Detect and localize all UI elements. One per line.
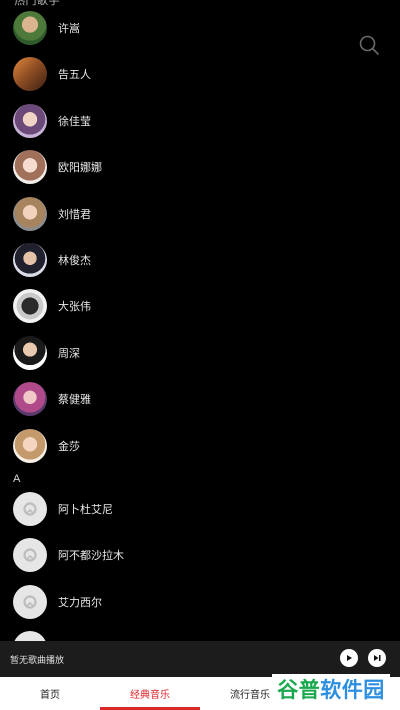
artist-name: 阿不都沙拉木 <box>58 550 124 562</box>
artist-name: 告五人 <box>58 69 91 81</box>
avatar <box>13 289 47 323</box>
player-status: 暂无歌曲播放 <box>10 654 65 665</box>
artist-row[interactable]: 告五人 <box>0 52 340 96</box>
watermark-logo: 谷普软件园 <box>272 674 390 704</box>
artist-list: 热门歌手 许嵩 告五人 徐佳莹 欧阳娜娜 刘惜君 林俊杰 大张伟 周深 蔡健雅 … <box>0 0 400 641</box>
default-avatar-icon <box>13 492 47 526</box>
artist-name: 刘惜君 <box>58 209 91 221</box>
avatar <box>13 57 47 91</box>
artist-name: 林俊杰 <box>58 255 91 267</box>
play-button[interactable] <box>340 649 358 667</box>
artist-name: 徐佳莹 <box>58 116 91 128</box>
avatar <box>13 429 47 463</box>
artist-row[interactable]: 周深 <box>0 331 340 375</box>
artist-name: 阿卜杜艾尼 <box>58 504 113 516</box>
avatar <box>13 336 47 370</box>
artist-name: 欧阳娜娜 <box>58 162 102 174</box>
artist-row <box>0 626 340 641</box>
artist-name: 大张伟 <box>58 301 91 313</box>
next-icon <box>374 655 381 661</box>
tab-classic-music[interactable]: 经典音乐 <box>100 677 200 710</box>
artist-row[interactable]: 刘惜君 <box>0 192 340 236</box>
artist-row[interactable]: 欧阳娜娜 <box>0 145 340 189</box>
artist-row[interactable]: 艾力西尔 <box>0 580 340 624</box>
artist-row[interactable]: 大张伟 <box>0 284 340 328</box>
avatar <box>13 11 47 45</box>
artist-row[interactable]: 金莎 <box>0 424 340 468</box>
artist-name: 蔡健雅 <box>58 394 91 406</box>
avatar <box>13 243 47 277</box>
artist-row[interactable]: 林俊杰 <box>0 238 340 282</box>
search-icon <box>359 35 379 55</box>
watermark-text-b: 软件园 <box>320 679 385 702</box>
artist-row[interactable]: 蔡健雅 <box>0 377 340 421</box>
section-letter: A <box>13 473 21 485</box>
avatar <box>13 104 47 138</box>
play-icon <box>347 655 352 661</box>
artist-row[interactable]: 阿卜杜艾尼 <box>0 487 340 531</box>
avatar <box>13 382 47 416</box>
artist-name: 金莎 <box>58 441 80 453</box>
artist-name: 艾力西尔 <box>58 597 102 609</box>
artist-name: 许嵩 <box>58 23 80 35</box>
watermark-text-a: 谷普 <box>277 679 321 702</box>
default-avatar-icon <box>13 538 47 572</box>
artist-row[interactable]: 许嵩 <box>0 6 340 50</box>
artist-row[interactable]: 阿不都沙拉木 <box>0 533 340 577</box>
default-avatar-icon <box>13 585 47 619</box>
default-avatar-icon <box>13 631 47 641</box>
next-button[interactable] <box>368 649 386 667</box>
avatar <box>13 197 47 231</box>
search-button[interactable] <box>358 34 380 56</box>
tab-home[interactable]: 首页 <box>0 677 100 710</box>
avatar <box>13 150 47 184</box>
artist-row[interactable]: 徐佳莹 <box>0 99 340 143</box>
artist-name: 周深 <box>58 348 80 360</box>
